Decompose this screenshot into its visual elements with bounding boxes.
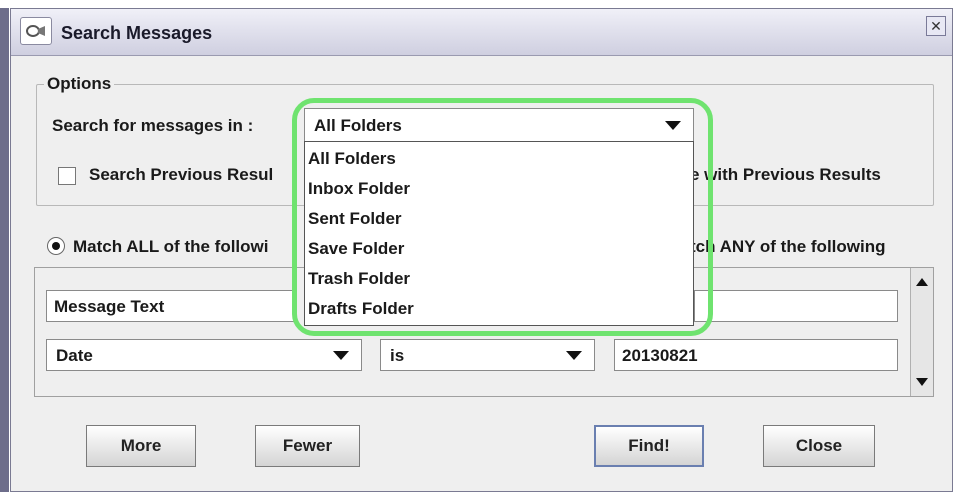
chevron-down-icon — [333, 351, 349, 360]
criteria-date-input[interactable]: 20130821 — [614, 339, 898, 371]
options-group-label: Options — [44, 74, 115, 94]
criteria-operator-value: is — [390, 346, 405, 365]
window-title: Search Messages — [61, 23, 213, 43]
combine-previous-label: e with Previous Results — [690, 165, 881, 184]
annotation-highlight — [292, 98, 713, 336]
search-previous-label: Search Previous Resul — [89, 165, 274, 184]
more-button[interactable]: More — [86, 425, 196, 467]
close-icon[interactable]: ✕ — [926, 16, 946, 36]
close-button[interactable]: Close — [763, 425, 875, 467]
match-all-text: Match ALL of the follo — [73, 237, 251, 256]
window-left-edge — [0, 8, 9, 492]
title-bar: Search Messages ✕ — [11, 9, 952, 56]
match-all-radio[interactable] — [47, 237, 65, 255]
match-all-text-suffix: wi — [250, 237, 269, 256]
criteria-operator-select[interactable]: is — [380, 339, 595, 371]
criteria-field-value: Message Text — [54, 297, 165, 316]
criteria-field-value-2: Date — [56, 346, 93, 365]
chevron-down-icon — [566, 351, 582, 360]
scroll-up-icon[interactable] — [916, 278, 928, 286]
scroll-down-icon[interactable] — [916, 378, 928, 386]
app-icon — [20, 17, 52, 45]
search-in-label: Search for messages in : — [52, 116, 254, 135]
search-previous-checkbox[interactable] — [58, 167, 76, 185]
criteria-scrollbar[interactable] — [910, 268, 933, 396]
fewer-button[interactable]: Fewer — [255, 425, 360, 467]
criteria-value-input[interactable] — [694, 290, 898, 322]
match-any-label[interactable]: tch ANY of the following — [690, 237, 885, 257]
criteria-date-value: 20130821 — [622, 346, 698, 365]
match-all-label: Match ALL of the followi — [73, 237, 269, 257]
radio-selected-dot — [52, 242, 60, 250]
criteria-field-select[interactable]: Message Text — [46, 290, 296, 322]
find-button[interactable]: Find! — [594, 425, 704, 467]
criteria-field-select-2[interactable]: Date — [46, 339, 362, 371]
